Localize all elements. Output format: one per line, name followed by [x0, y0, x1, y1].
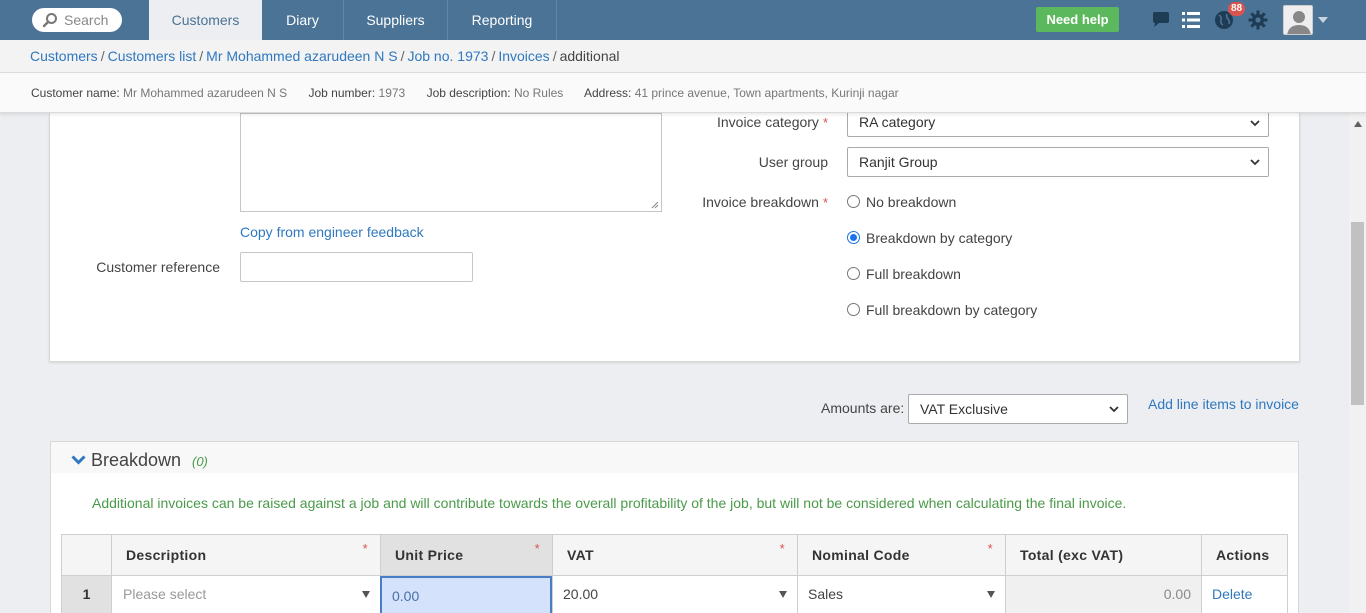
user-silhouette-icon: [1287, 11, 1311, 34]
table-header-total: Total (exc VAT): [1005, 534, 1201, 576]
amounts-select[interactable]: VAT Exclusive: [908, 394, 1128, 424]
radio-button[interactable]: [847, 267, 860, 280]
customer-reference-label: Customer reference: [96, 259, 220, 275]
search-box[interactable]: Search: [32, 8, 122, 32]
job-number: 1973: [378, 86, 406, 100]
tab-suppliers[interactable]: Suppliers: [344, 0, 448, 40]
chevron-down-icon: [1109, 406, 1119, 413]
gear-icon[interactable]: [1247, 9, 1269, 31]
customer-reference-input[interactable]: [240, 252, 473, 282]
dropdown-arrow-icon: [987, 591, 995, 598]
breadcrumb-customer[interactable]: Mr Mohammed azarudeen N S: [206, 48, 397, 64]
table-header-actions: Actions: [1201, 534, 1288, 576]
search-placeholder: Search: [64, 12, 109, 28]
dropdown-arrow-icon: [779, 591, 787, 598]
table-header-vat: VAT *: [552, 534, 797, 576]
job-info-bar: Customer name: Mr Mohammed azarudeen N S…: [0, 73, 1366, 113]
notification-badge: 88: [1228, 2, 1246, 16]
resize-grip-icon[interactable]: [651, 201, 659, 209]
invoice-breakdown-label: Invoice breakdown *: [702, 194, 828, 210]
user-avatar[interactable]: [1283, 5, 1313, 35]
list-icon[interactable]: [1180, 9, 1202, 31]
total-cell: 0.00: [1005, 576, 1201, 613]
breadcrumb-invoices[interactable]: Invoices: [498, 48, 549, 64]
breadcrumb-customers-list[interactable]: Customers list: [108, 48, 197, 64]
dropdown-arrow-icon: [362, 591, 370, 598]
radio-button[interactable]: [847, 303, 860, 316]
chevron-down-icon[interactable]: [71, 455, 86, 465]
table-header-unit-price: Unit Price *: [380, 534, 552, 576]
user-group-select[interactable]: Ranjit Group: [847, 147, 1269, 177]
search-icon: [42, 13, 57, 28]
chevron-down-icon: [1250, 120, 1260, 127]
breadcrumb-current: additional: [559, 48, 620, 64]
breakdown-note: Additional invoices can be raised agains…: [92, 495, 1127, 511]
chevron-down-icon[interactable]: [1318, 17, 1328, 23]
breadcrumb: Customers / Customers list / Mr Mohammed aza…: [0, 40, 1366, 73]
tab-reporting[interactable]: Reporting: [448, 0, 557, 40]
job-description: No Rules: [513, 86, 564, 100]
user-group-label: User group: [758, 154, 828, 170]
breakdown-count: (0): [192, 454, 208, 469]
breadcrumb-customers[interactable]: Customers: [30, 48, 98, 64]
customer-name: Mr Mohammed azarudeen N S: [123, 86, 288, 100]
chevron-down-icon: [1250, 159, 1260, 166]
vat-select[interactable]: 20.00: [552, 576, 797, 613]
invoice-category-select[interactable]: RA category: [847, 113, 1269, 137]
amounts-label: Amounts are:: [821, 400, 905, 416]
copy-engineer-feedback-link[interactable]: Copy from engineer feedback: [240, 224, 424, 240]
breakdown-title: Breakdown: [91, 450, 182, 470]
breakdown-panel-header[interactable]: Breakdown (0): [51, 442, 1298, 473]
invoice-category-label: Invoice category *: [716, 114, 828, 130]
breadcrumb-job[interactable]: Job no. 1973: [407, 48, 488, 64]
row-number: 1: [61, 576, 111, 613]
address: 41 prince avenue, Town apartments, Kurin…: [634, 86, 899, 100]
top-nav-bar: Search Customers Diary Suppliers Reporti…: [0, 0, 1366, 40]
nominal-code-select[interactable]: Sales: [797, 576, 1005, 613]
unit-price-input[interactable]: 0.00: [380, 576, 552, 613]
chat-icon[interactable]: [1150, 9, 1172, 31]
need-help-button[interactable]: Need help: [1036, 7, 1119, 32]
delete-row-link[interactable]: Delete: [1201, 576, 1288, 613]
add-line-items-link[interactable]: Add line items to invoice: [1148, 396, 1299, 412]
table-header-description: Description *: [111, 534, 380, 576]
table-header-nominal-code: Nominal Code *: [797, 534, 1005, 576]
tab-customers[interactable]: Customers: [149, 0, 262, 40]
description-textarea[interactable]: [240, 113, 662, 212]
scrollbar-thumb[interactable]: [1351, 222, 1364, 405]
radio-button-selected[interactable]: [847, 231, 860, 244]
description-select[interactable]: Please select: [111, 576, 380, 613]
table-header-row-number: [61, 534, 111, 576]
radio-button[interactable]: [847, 195, 860, 208]
tab-diary[interactable]: Diary: [262, 0, 344, 40]
scroll-up-arrow-icon[interactable]: [1354, 121, 1362, 127]
